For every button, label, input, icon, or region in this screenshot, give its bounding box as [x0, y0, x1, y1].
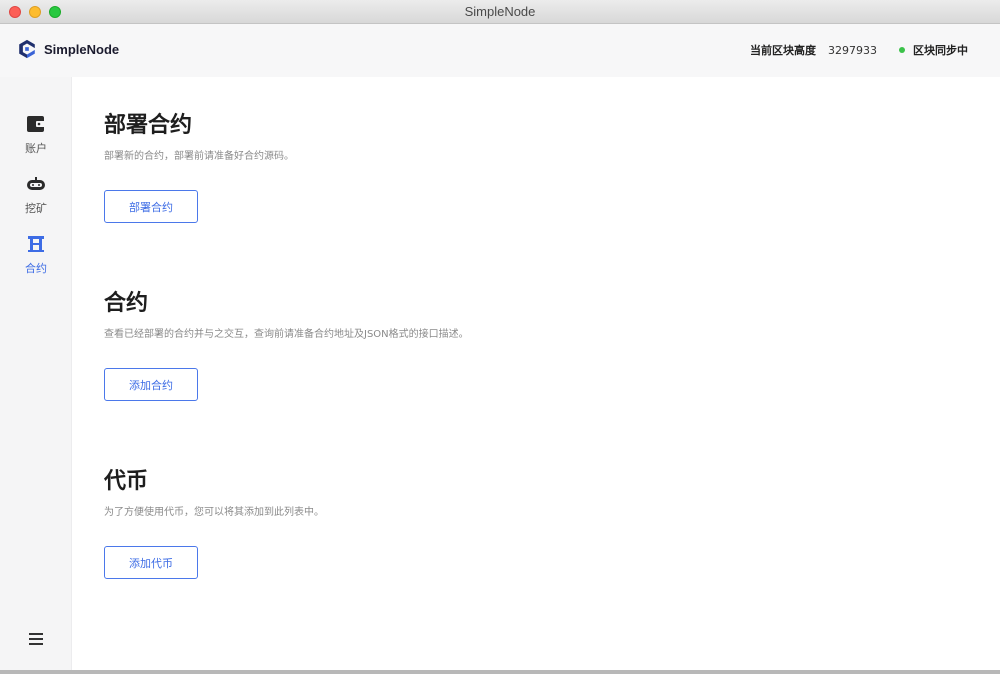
wallet-icon: [27, 116, 45, 132]
sidebar-item-mining[interactable]: 挖矿: [0, 173, 72, 216]
close-window-button[interactable]: [9, 6, 21, 18]
zoom-window-button[interactable]: [49, 6, 61, 18]
contracts-section: 合约 查看已经部署的合约并与之交互，查询前请准备合约地址及JSON格式的接口描述…: [104, 285, 469, 401]
add-contract-button[interactable]: 添加合约: [104, 368, 198, 401]
window-controls: [9, 6, 61, 18]
window-title: SimpleNode: [464, 4, 536, 19]
sidebar-item-label: 挖矿: [25, 202, 47, 215]
chain-status: 当前区块高度 3297933 区块同步中: [750, 42, 968, 58]
deploy-contract-section: 部署合约 部署新的合约，部署前请准备好合约源码。 部署合约: [104, 107, 294, 223]
hamburger-menu-icon[interactable]: [24, 630, 48, 648]
main-content: 部署合约 部署新的合约，部署前请准备好合约源码。 部署合约 合约 查看已经部署的…: [72, 77, 1000, 674]
section-description: 为了方便使用代币，您可以将其添加到此列表中。: [104, 507, 324, 518]
sync-status-text: 区块同步中: [913, 44, 968, 57]
brand-name: SimpleNode: [44, 41, 120, 57]
section-title: 代币: [104, 469, 149, 494]
sidebar-item-account[interactable]: 账户: [0, 113, 72, 156]
block-height-value: 3297933: [828, 43, 877, 57]
window-bottom-edge: [0, 670, 1000, 674]
app-header: SimpleNode 当前区块高度 3297933 区块同步中: [0, 24, 1000, 77]
add-token-button[interactable]: 添加代币: [104, 546, 198, 579]
sidebar-item-label: 账户: [25, 142, 47, 155]
section-description: 查看已经部署的合约并与之交互，查询前请准备合约地址及JSON格式的接口描述。: [104, 329, 469, 340]
section-title: 合约: [104, 291, 149, 316]
contract-icon: [28, 236, 44, 252]
minimize-window-button[interactable]: [29, 6, 41, 18]
sidebar-item-label: 合约: [25, 262, 47, 275]
deploy-contract-button[interactable]: 部署合约: [104, 190, 198, 223]
tokens-section: 代币 为了方便使用代币，您可以将其添加到此列表中。 添加代币: [104, 463, 324, 579]
section-description: 部署新的合约，部署前请准备好合约源码。: [104, 151, 294, 162]
mining-icon: [27, 177, 45, 190]
sidebar: 账户 挖矿 合约: [0, 77, 72, 674]
sync-status-dot-icon: [899, 47, 905, 53]
sidebar-item-contract[interactable]: 合约: [0, 233, 72, 276]
window-titlebar: SimpleNode: [0, 0, 1000, 24]
simplenode-logo-icon: [19, 39, 35, 59]
section-title: 部署合约: [104, 113, 193, 138]
brand: SimpleNode: [16, 38, 119, 60]
block-height-label: 当前区块高度: [750, 44, 816, 57]
